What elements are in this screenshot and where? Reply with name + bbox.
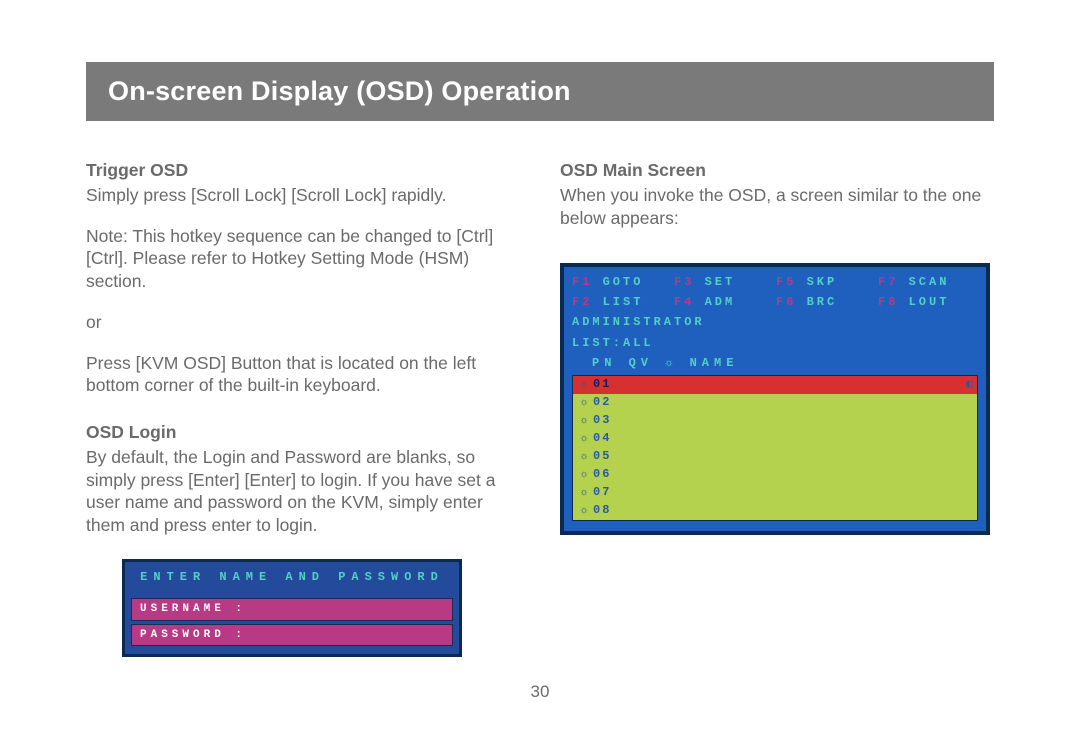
login-screenshot: ENTER NAME AND PASSWORD USERNAME : PASSW… [122,559,462,657]
left-column: Trigger OSD Simply press [Scroll Lock] [… [86,159,520,657]
port-num: 05 [593,449,611,465]
port-icon: ☼ [577,487,591,499]
trigger-osd-p1: Simply press [Scroll Lock] [Scroll Lock]… [86,184,520,207]
osd-port-row: ☼ 05 [573,448,977,466]
fkey: F1 [572,275,592,289]
port-num: 03 [593,413,611,429]
right-column: OSD Main Screen When you invoke the OSD,… [560,159,994,657]
osd-list-line: LIST:ALL [572,334,978,353]
osd-main-screenshot: F1 GOTO F3 SET F5 SKP F7 SCAN F2 LIST F4… [560,263,990,535]
osd-main-p1: When you invoke the OSD, a screen simila… [560,184,994,230]
section-header: On-screen Display (OSD) Operation [86,62,994,121]
fkey: F2 [572,295,592,309]
fkey: F3 [674,275,694,289]
fkey: F4 [674,295,694,309]
fkey: F5 [776,275,796,289]
osd-port-row: ☼ 04 [573,430,977,448]
port-end-icon: ◧ [966,378,973,392]
osd-port-row: ☼ 07 [573,484,977,502]
osd-port-row: ☼ 06 [573,466,977,484]
trigger-osd-p2: Note: This hotkey sequence can be change… [86,225,520,293]
osd-login-heading: OSD Login [86,421,520,444]
port-icon: ☼ [577,451,591,463]
port-icon: ☼ [577,505,591,517]
port-icon: ☼ [577,397,591,409]
flabel: SCAN [909,275,950,289]
trigger-osd-p4: Press [KVM OSD] Button that is located o… [86,352,520,398]
osd-login-p1: By default, the Login and Password are b… [86,446,520,537]
port-icon: ☼ [577,415,591,427]
content-columns: Trigger OSD Simply press [Scroll Lock] [… [86,159,994,657]
port-num: 04 [593,431,611,447]
osd-column-header: PN QV ☼ NAME [572,354,978,374]
port-num: 07 [593,485,611,501]
fkey: F6 [776,295,796,309]
flabel: ADM [705,295,736,309]
port-num: 06 [593,467,611,483]
port-icon: ☼ [577,469,591,481]
port-num: 01 [593,377,611,393]
login-title: ENTER NAME AND PASSWORD [125,562,459,596]
osd-main-heading: OSD Main Screen [560,159,994,182]
port-icon: ☼ [577,433,591,445]
osd-port-row: ☼ 02 [573,394,977,412]
osd-admin-line: ADMINISTRATOR [572,313,978,332]
port-num: 08 [593,503,611,519]
trigger-osd-p3: or [86,311,520,334]
osd-port-row: ☼ 03 [573,412,977,430]
osd-port-row: ☼ 08 [573,502,977,520]
osd-fkey-menu: F1 GOTO F3 SET F5 SKP F7 SCAN F2 LIST F4… [572,273,978,311]
login-password-row: PASSWORD : [131,624,453,646]
flabel: SKP [807,275,838,289]
flabel: GOTO [603,275,644,289]
osd-port-row: ☼ 01 ◧ [573,376,977,394]
flabel: LIST [603,295,644,309]
page-number: 30 [0,682,1080,702]
osd-port-list: ☼ 01 ◧ ☼ 02 ☼ 03 ☼ 04 [572,375,978,521]
trigger-osd-heading: Trigger OSD [86,159,520,182]
page: On-screen Display (OSD) Operation Trigge… [0,0,1080,752]
port-num: 02 [593,395,611,411]
port-icon: ☼ [577,379,591,391]
login-username-row: USERNAME : [131,598,453,620]
flabel: BRC [807,295,838,309]
fkey: F7 [878,275,898,289]
flabel: SET [705,275,736,289]
fkey: F8 [878,295,898,309]
flabel: LOUT [909,295,950,309]
